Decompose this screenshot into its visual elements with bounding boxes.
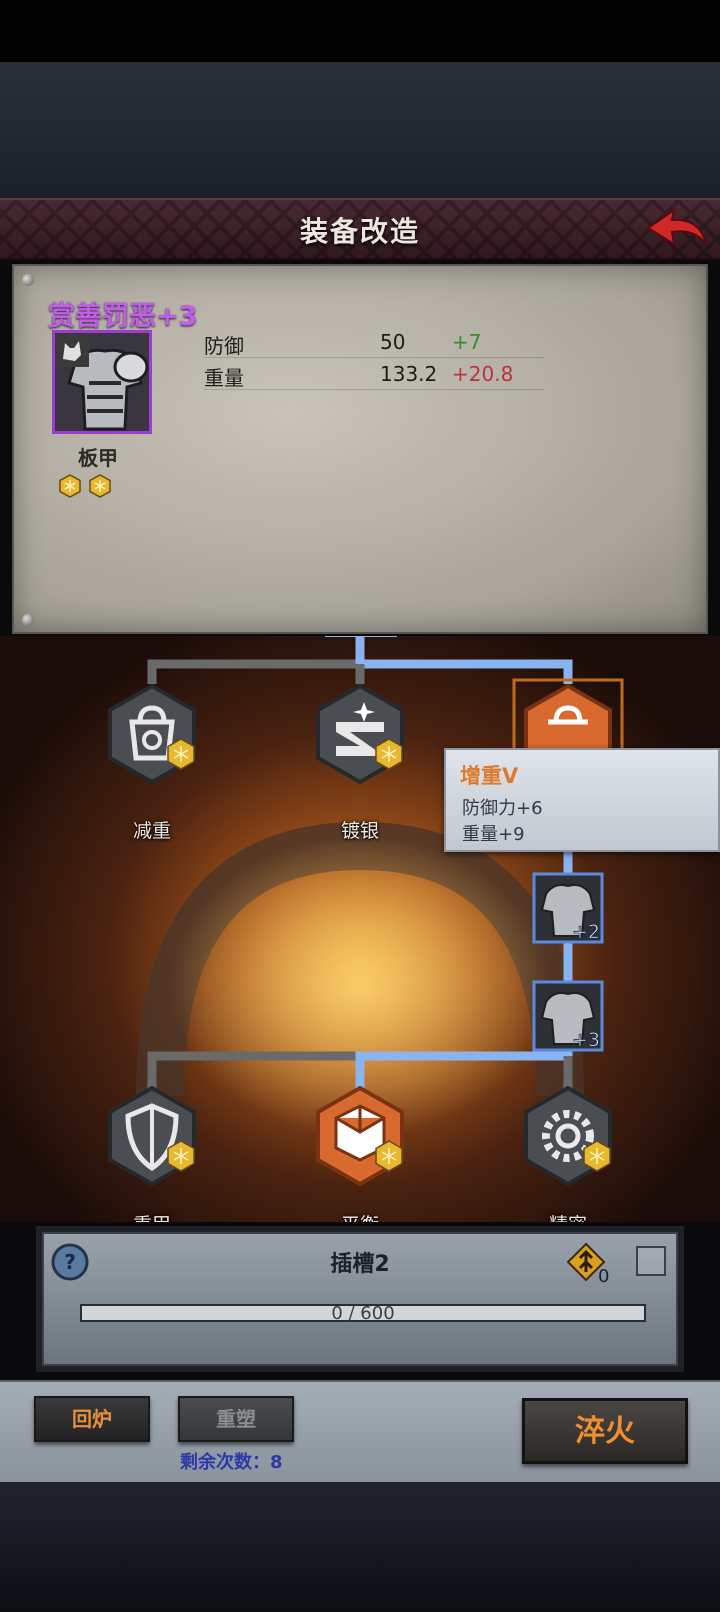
background-strip [0, 62, 720, 198]
gem-slot-icon [89, 474, 111, 498]
back-arrow-icon[interactable] [644, 206, 710, 256]
progress-bar: 0 / 600 [80, 1303, 646, 1324]
stat-value: 50 [380, 330, 406, 354]
stat-label: 防御 [204, 334, 244, 358]
node-label: 减重 [132, 820, 171, 842]
remaining-count: 剩余次数：8 [180, 1452, 283, 1473]
progress-text: 0 / 600 [331, 1303, 395, 1324]
status-bar [0, 0, 720, 62]
node-label: 平衡 [300, 1210, 420, 1222]
upgrade-level-label: +2 [572, 921, 600, 943]
tooltip-title: 增重V [460, 764, 519, 788]
node-label: 重甲 [92, 1210, 212, 1222]
item-portrait[interactable] [52, 330, 152, 434]
stat-row-defense: 防御 50 +7 [204, 328, 544, 358]
node-tooltip: 增重V 防御力+6 重量+9 [444, 748, 720, 852]
stat-value: 133.2 [380, 362, 438, 386]
equipment-info-panel: 赏善罚恶+3 板甲 防御 50 +7 重量 133.2 +20.8 [12, 264, 708, 634]
node-label: 精密 [508, 1210, 628, 1222]
rivet [22, 614, 34, 626]
tooltip-line: 防御力+6 [462, 798, 543, 819]
upgrade-tree: +2 +3 减重 镀银 重甲 平衡 精密 [0, 636, 720, 1222]
upgrade-level-label: +3 [572, 1029, 600, 1051]
item-type: 板甲 [78, 446, 118, 470]
stat-row-weight: 重量 133.2 +20.8 [204, 360, 544, 390]
quench-button[interactable]: 淬火 [522, 1398, 688, 1464]
socket-panel: ? 插槽2 0 0 / 600 [36, 1226, 684, 1372]
socket-count: 0 [598, 1266, 610, 1287]
page-title: 装备改造 [299, 215, 420, 248]
stat-bonus: +20.8 [452, 362, 514, 386]
recycle-button[interactable]: 回炉 [34, 1396, 150, 1442]
gem-slot-icon [167, 738, 195, 770]
stat-label: 重量 [204, 366, 244, 390]
gem-slot-icon [59, 474, 81, 498]
gem-slot-icon [375, 1140, 403, 1172]
stat-bonus: +7 [452, 330, 482, 354]
node-label: 镀银 [340, 820, 379, 842]
background-strip [0, 1482, 720, 1612]
connector-line-active [355, 636, 573, 684]
socket-checkbox[interactable] [636, 1246, 666, 1276]
action-bar: 回炉 重塑 剩余次数：8 淬火 [0, 1380, 720, 1482]
wolf-icon [55, 333, 89, 367]
reshape-button[interactable]: 重塑 [178, 1396, 294, 1442]
gem-slot-icon [375, 738, 403, 770]
header-bar: 装备改造 [0, 198, 720, 260]
gem-slot-icon [583, 1140, 611, 1172]
tree-canvas: +2 +3 [108, 636, 624, 1187]
connector-line [147, 659, 360, 684]
tooltip-line: 重量+9 [462, 824, 525, 845]
gem-slot-icon [167, 1140, 195, 1172]
rivet [22, 274, 34, 286]
item-name: 赏善罚恶+3 [48, 301, 198, 332]
